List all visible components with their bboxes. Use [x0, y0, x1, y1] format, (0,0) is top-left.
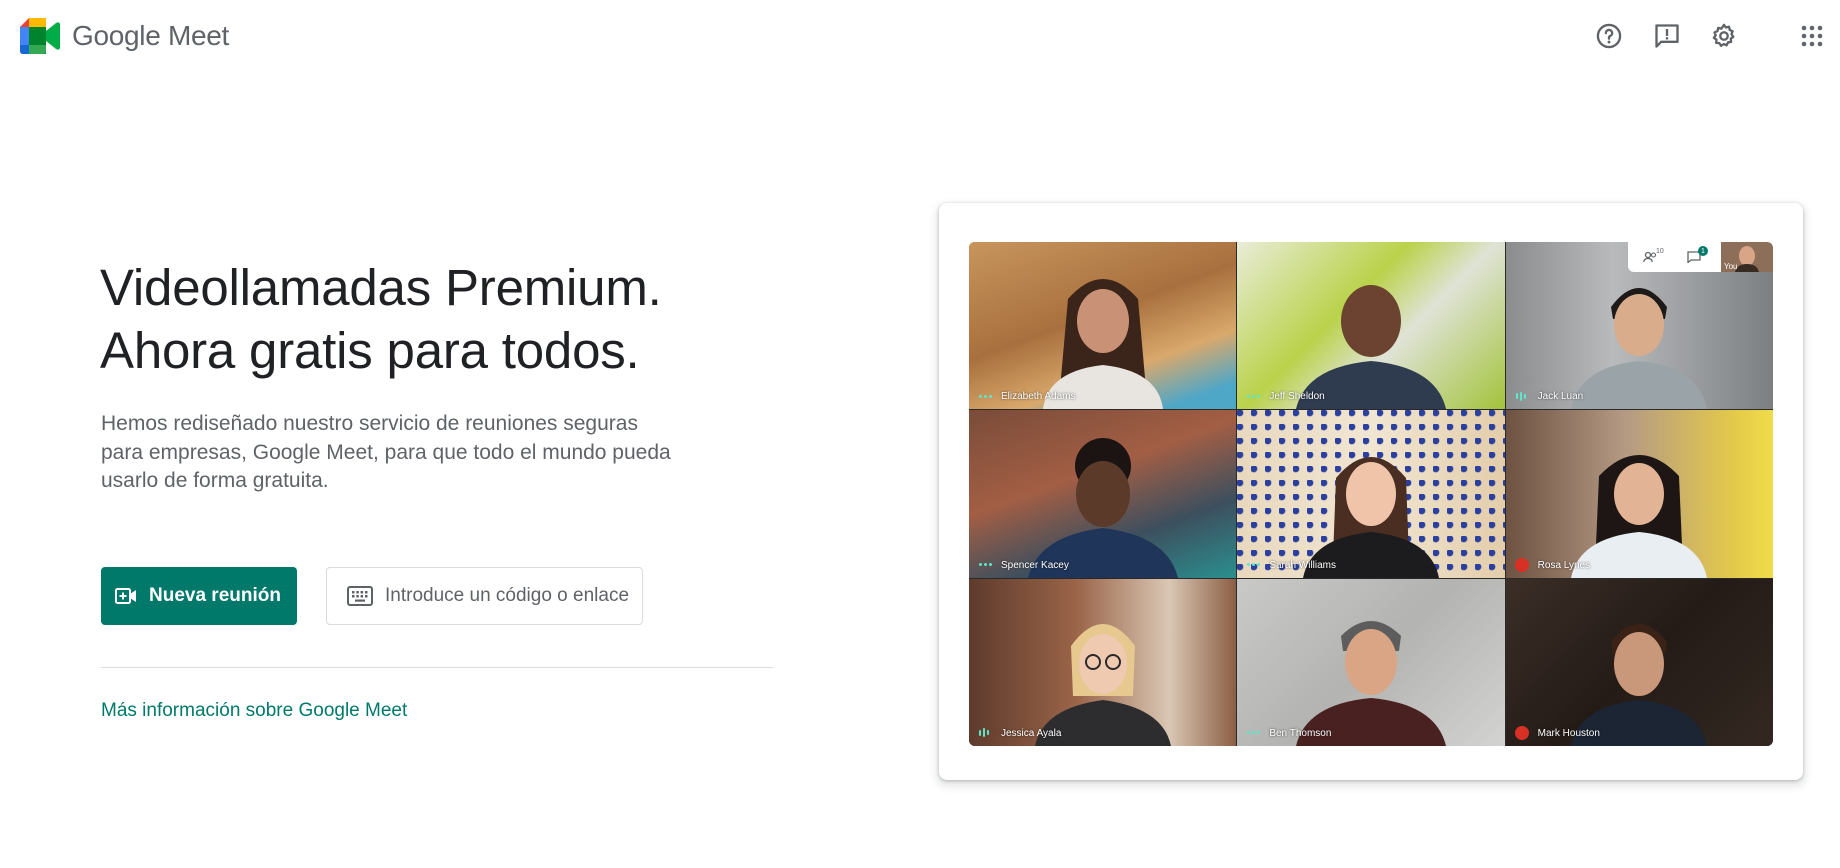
participant-tile: Rosa Lynes — [1505, 410, 1773, 578]
participant-name: Ben Thomson — [1269, 727, 1332, 739]
participants-count: 10 — [1656, 248, 1664, 255]
headline-line-2: Ahora gratis para todos. — [100, 322, 640, 379]
meeting-preview-card: Elizabeth Adams Jeff Sheldon Jack Luan 1… — [939, 203, 1803, 780]
divider — [101, 667, 773, 668]
top-header: Google Meet — [0, 0, 1840, 76]
brand-product: Meet — [167, 20, 230, 51]
chat-badge: 1 — [1698, 246, 1708, 256]
self-view-label: You — [1724, 262, 1738, 271]
muted-mic-icon — [1514, 725, 1529, 740]
participant-name: Jeff Sheldon — [1269, 391, 1325, 403]
participant-tile: Ben Thomson — [1237, 578, 1505, 746]
participant-tile: Jeff Sheldon — [1237, 242, 1505, 410]
headline-line-1: Videollamadas Premium. — [100, 259, 662, 316]
self-view-thumbnail[interactable]: You — [1721, 242, 1773, 272]
meeting-code-field[interactable] — [326, 567, 643, 625]
meeting-code-input[interactable] — [385, 585, 635, 607]
participant-tile: Mark Houston — [1505, 578, 1773, 746]
participant-name: Sarah Williams — [1269, 559, 1337, 571]
speaking-bars-icon — [1515, 391, 1530, 401]
new-meeting-button[interactable]: Nueva reunión — [101, 567, 297, 625]
hero-headline: Videollamadas Premium. Ahora gratis para… — [100, 256, 662, 382]
participant-name: Mark Houston — [1537, 727, 1600, 739]
hero-description: Hemos rediseñado nuestro servicio de reu… — [101, 412, 671, 492]
speaking-indicator-icon — [1247, 392, 1261, 400]
speaking-indicator-icon — [1247, 561, 1261, 569]
speaking-indicator-icon — [979, 392, 993, 400]
speaking-bars-icon — [979, 728, 993, 738]
participant-tile: Sarah Williams — [1237, 410, 1505, 578]
participant-name: Rosa Lynes — [1537, 559, 1591, 571]
apps-grid-icon[interactable] — [1794, 18, 1830, 54]
muted-mic-icon — [1514, 557, 1529, 572]
participant-tile: Jack Luan 10 1 You — [1505, 242, 1773, 410]
participant-name: Jack Luan — [1537, 391, 1584, 403]
participant-name: Elizabeth Adams — [1001, 391, 1076, 403]
keyboard-icon — [347, 586, 373, 606]
chat-icon[interactable]: 1 — [1672, 242, 1716, 272]
video-grid: Elizabeth Adams Jeff Sheldon Jack Luan 1… — [969, 242, 1773, 746]
video-add-icon — [115, 584, 139, 608]
brand-google: Google — [72, 20, 161, 51]
meeting-mini-toolbar: 10 1 You — [1628, 242, 1773, 272]
participants-icon[interactable]: 10 — [1628, 242, 1672, 272]
speaking-indicator-icon — [1247, 729, 1261, 737]
feedback-icon[interactable] — [1649, 18, 1685, 54]
participant-tile: Jessica Ayala — [969, 578, 1237, 746]
participant-name: Spencer Kacey — [1001, 559, 1069, 571]
participant-tile: Spencer Kacey — [969, 410, 1237, 578]
more-info-link[interactable]: Más información sobre Google Meet — [101, 700, 407, 722]
participant-tile: Elizabeth Adams — [969, 242, 1237, 410]
google-meet-logo-icon[interactable] — [20, 18, 60, 54]
speaking-indicator-icon — [979, 561, 993, 569]
brand-title[interactable]: Google Meet — [72, 20, 229, 52]
new-meeting-label: Nueva reunión — [149, 585, 281, 606]
participant-name: Jessica Ayala — [1001, 727, 1062, 739]
help-icon[interactable] — [1591, 18, 1627, 54]
settings-icon[interactable] — [1706, 18, 1742, 54]
